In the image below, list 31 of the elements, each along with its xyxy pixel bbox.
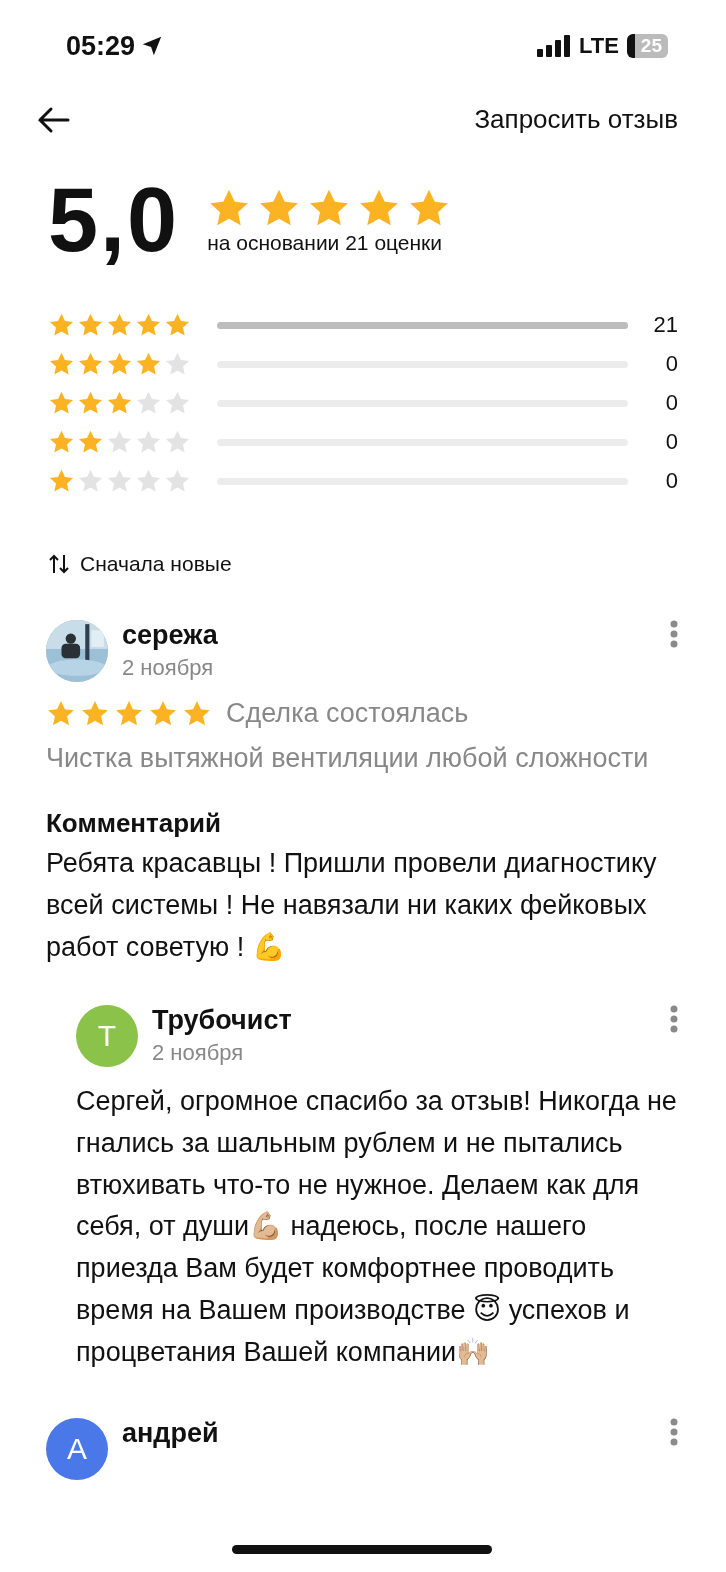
reply-author: Трубочист [152, 1004, 293, 1036]
request-review-button[interactable]: Запросить отзыв [474, 104, 678, 135]
sort-icon [48, 553, 70, 575]
rating-count: 0 [664, 390, 678, 416]
reply-date: 2 ноября [152, 1039, 245, 1066]
rating-count: 0 [664, 429, 678, 455]
time: 05:29 [66, 30, 136, 62]
reviewer-name: сережа [122, 620, 219, 651]
back-icon[interactable] [36, 105, 70, 134]
avatar-letter: Т [97, 1018, 117, 1053]
rating-count: 0 [664, 468, 678, 494]
avatar-letter: А [67, 1431, 87, 1466]
rating-caption: на основании 21 оценки [207, 230, 443, 254]
more-icon[interactable] [670, 1004, 678, 1033]
reviewer-name: андрей [122, 1417, 220, 1449]
rating-score: 5,0 [48, 169, 180, 272]
more-icon[interactable] [670, 1417, 678, 1446]
deal-status: Сделка состоялась [226, 697, 469, 730]
signal-icon [536, 35, 571, 57]
review-comment: Ребята красавцы ! Пришли провели диагностику всей системы ! Не навязали ни каких фейковых работ советую ! 💪 [46, 847, 658, 964]
comment-title: Комментарий [46, 808, 223, 840]
review-date: 2 ноября [122, 655, 215, 681]
location-icon [141, 35, 164, 57]
reply-text: Сергей, огромное спасибо за отзыв! Никогда не гнались за шальным рублем и не пытались втюхивать что-то не нужное. Делаем как для себя, от души💪🏼 надеюсь, после нашего приезда Вам будет комфортнее проводить время на Вашем производстве 😇 успехов и процветания Вашей компании🙌🏼 [76, 1084, 678, 1369]
rating-count: 21 [652, 312, 678, 338]
sort-button[interactable]: Сначала новые [48, 552, 232, 576]
rating-count: 0 [664, 351, 678, 377]
service-name: Чистка вытяжной вентиляции любой сложности [46, 743, 649, 774]
network-label: LTE [578, 33, 619, 59]
more-icon[interactable] [670, 620, 678, 648]
battery-level: 25 [626, 34, 668, 58]
